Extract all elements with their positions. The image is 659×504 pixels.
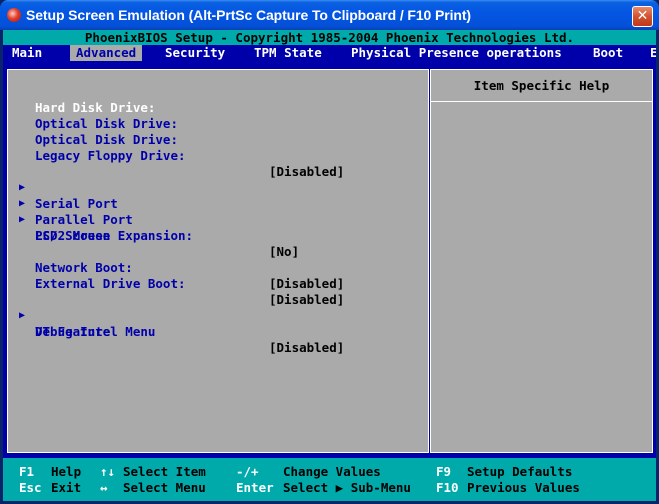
key-esc-desc: Exit <box>51 480 82 495</box>
setting-external-drive-boot[interactable]: External Drive Boot: [Disabled] <box>8 260 344 307</box>
submenu-parallel-port[interactable]: ▶ Parallel Port <box>8 180 133 227</box>
window-title: Setup Screen Emulation (Alt-PrtSc Captur… <box>26 7 471 23</box>
key-f1-desc: Help <box>51 464 82 479</box>
menu-exit-partial[interactable]: E <box>650 45 656 61</box>
key-left-right-arrows-icon: ↔ <box>100 480 108 495</box>
key-left-right-desc: Select Menu <box>123 480 206 495</box>
help-panel-title: Item Specific Help <box>431 70 652 102</box>
setting-lcd-screen-expansion[interactable]: LCD Screen Expansion: [No] <box>8 212 299 259</box>
key-enter: Enter <box>236 480 274 495</box>
setting-vt-feature[interactable]: VT Feature [Disabled] <box>8 308 344 355</box>
setting-network-boot[interactable]: Network Boot: [Disabled] <box>8 244 344 291</box>
app-icon <box>7 8 21 22</box>
setting-optical-disk-drive-2[interactable]: Optical Disk Drive: <box>8 116 178 147</box>
bios-screen: PhoenixBIOS Setup - Copyright 1985-2004 … <box>3 30 656 501</box>
key-esc: Esc <box>19 480 42 495</box>
submenu-debug-intel-menu[interactable]: ▶ Debug Intel Menu <box>8 292 155 339</box>
key-up-down-desc: Select Item <box>123 464 206 479</box>
key-f9-desc: Setup Defaults <box>467 464 573 479</box>
bios-panel-area: Hard Disk Drive: Optical Disk Drive: Opt… <box>3 61 656 458</box>
setting-value[interactable]: [No] <box>269 244 299 260</box>
key-enter-desc: Select ▶ Sub-Menu <box>283 480 411 495</box>
menu-boot[interactable]: Boot <box>593 45 623 61</box>
setting-label: External Drive Boot: <box>35 276 186 291</box>
key-f10-desc: Previous Values <box>467 480 580 495</box>
key-minus-plus: -/+ <box>236 464 259 479</box>
menu-security[interactable]: Security <box>165 45 225 61</box>
setting-label: LCD Screen Expansion: <box>35 228 194 243</box>
submenu-serial-port[interactable]: ▶ Serial Port <box>8 164 118 211</box>
close-icon: ✕ <box>636 8 649 24</box>
key-f1: F1 <box>19 464 35 479</box>
setting-label: VT Feature <box>35 324 111 339</box>
setting-hard-disk-drive[interactable]: Hard Disk Drive: <box>8 84 155 115</box>
key-legend-footer: F1 Help ↑↓ Select Item -/+ Change Values… <box>3 458 656 501</box>
key-up-down-arrows-icon: ↑↓ <box>100 464 116 479</box>
bios-copyright-header: PhoenixBIOS Setup - Copyright 1985-2004 … <box>3 30 656 45</box>
title-bar[interactable]: Setup Screen Emulation (Alt-PrtSc Captur… <box>0 0 659 30</box>
key-f10: F10 <box>436 480 459 495</box>
item-help-panel: Item Specific Help <box>430 69 653 453</box>
menu-tpm-state[interactable]: TPM State <box>254 45 322 61</box>
menu-physical-presence-operations[interactable]: Physical Presence operations <box>351 45 562 61</box>
settings-panel: Hard Disk Drive: Optical Disk Drive: Opt… <box>7 69 429 453</box>
setting-label: Legacy Floppy Drive: <box>35 148 186 163</box>
setting-legacy-floppy-drive[interactable]: Legacy Floppy Drive: [Disabled] <box>8 132 344 179</box>
bios-menu-bar: Main Advanced Security TPM State Physica… <box>3 45 656 61</box>
submenu-ps2-mouse[interactable]: ▶ PS/2 Mouse <box>8 196 110 243</box>
setting-value[interactable]: [Disabled] <box>269 292 344 308</box>
close-button[interactable]: ✕ <box>632 6 653 27</box>
menu-advanced[interactable]: Advanced <box>70 45 143 61</box>
menu-main[interactable]: Main <box>12 45 42 61</box>
setting-value[interactable]: [Disabled] <box>269 340 344 356</box>
setting-optical-disk-drive-1[interactable]: Optical Disk Drive: <box>8 100 178 131</box>
key-f9: F9 <box>436 464 452 479</box>
application-window: Setup Screen Emulation (Alt-PrtSc Captur… <box>0 0 659 504</box>
setting-value[interactable]: [Disabled] <box>269 276 344 292</box>
setting-value[interactable]: [Disabled] <box>269 164 344 180</box>
key-minus-plus-desc: Change Values <box>283 464 381 479</box>
